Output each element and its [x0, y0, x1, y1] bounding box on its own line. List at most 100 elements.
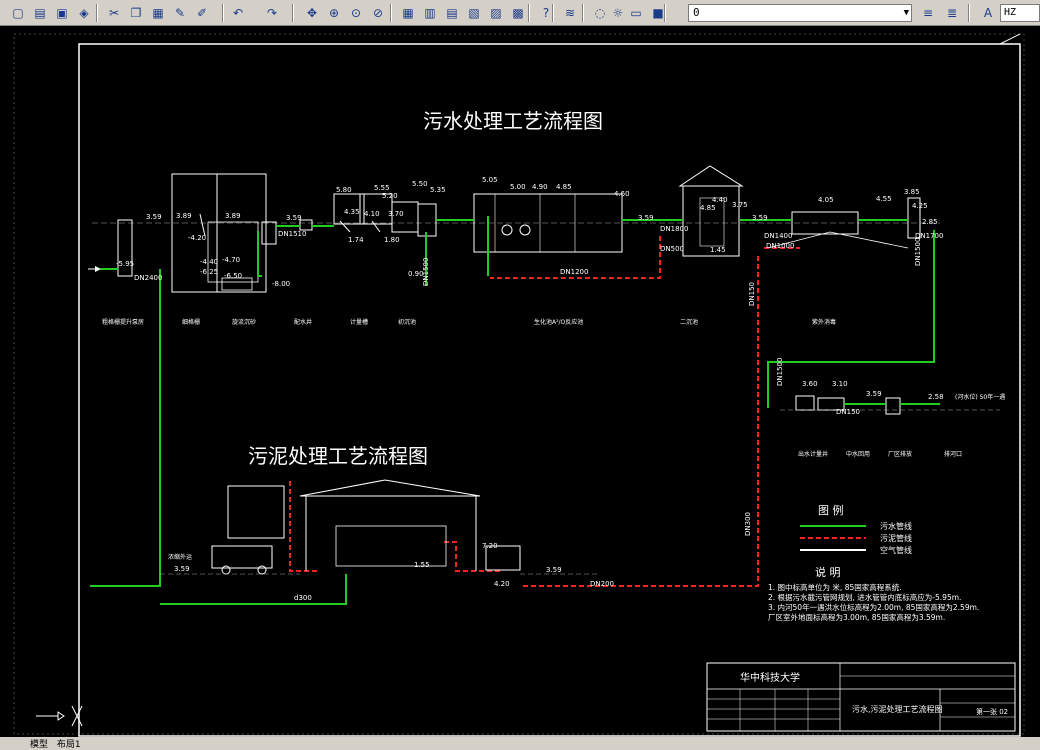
process-unit-label: 粗格栅提升泵房 [102, 318, 144, 326]
layer-manager-icon[interactable]: ≋ [560, 3, 580, 23]
process-unit-label: 中水回用 [846, 450, 870, 458]
river-note: (河水位) 50年一遇 [955, 393, 1005, 401]
elevation-label: 5.05 [482, 176, 498, 184]
elevation-label: 1.80 [384, 236, 400, 244]
new-icon[interactable]: ▢ [8, 3, 28, 23]
layer-state-icon[interactable]: ≣ [942, 3, 962, 23]
process-unit-label: 旋流沉砂 [232, 318, 256, 326]
elevation-label: 3.59 [546, 566, 562, 574]
tab-model[interactable]: 模型 [30, 740, 48, 750]
zoom-window-icon[interactable]: ⊙ [346, 3, 366, 23]
elevation-label: -6.50 [224, 272, 242, 280]
elevation-label: 2.58 [928, 393, 944, 401]
tab-layout1[interactable]: 布局1 [57, 740, 81, 750]
elevation-label: -4.70 [222, 256, 240, 264]
elevation-label: -6.25 [200, 268, 218, 276]
process-unit-label: 配水井 [294, 318, 312, 326]
notes-title: 说 明 [815, 565, 841, 579]
pipe-label: DN1200 [560, 268, 588, 276]
zoom-realtime-icon[interactable]: ⊕ [324, 3, 344, 23]
zoom-previous-icon[interactable]: ⊘ [368, 3, 388, 23]
pipe-label: DN500 [660, 245, 684, 253]
elevation-label: 3.59 [286, 214, 302, 222]
properties-icon[interactable]: ▦ [398, 3, 418, 23]
pipe-label: DN1500 [422, 258, 430, 286]
design-center-icon[interactable]: ▥ [420, 3, 440, 23]
paste-icon[interactable]: ▦ [148, 3, 168, 23]
toolbar-separator [968, 4, 970, 22]
plot-icon[interactable]: ◈ [74, 3, 94, 23]
legend-label: 污泥管线 [880, 533, 912, 543]
drawing-canvas[interactable]: 污水处理工艺流程图 污泥处理工艺流程图 图 例 污水管线 污泥管线 空气管线 说… [0, 26, 1040, 737]
chevron-down-icon[interactable]: ▼ [904, 5, 909, 21]
sludge-disposal-label: 浓缩外运 [168, 553, 192, 561]
process-unit-label: 厂区排放 [888, 450, 912, 458]
layer-value: 0 [693, 6, 700, 19]
paper-limit [13, 33, 1025, 735]
sewage-flow-title: 污水处理工艺流程图 [423, 109, 603, 133]
copy-icon[interactable]: ❐ [126, 3, 146, 23]
open-icon[interactable]: ▤ [30, 3, 50, 23]
text-style-dropdown[interactable]: HZ [1000, 4, 1040, 22]
toolbar-separator [292, 4, 294, 22]
tool-palette-icon[interactable]: ▤ [442, 3, 462, 23]
legend: 污水管线污泥管线空气管线 [800, 521, 912, 555]
markup-icon[interactable]: ▨ [486, 3, 506, 23]
elevation-label: 5.20 [382, 192, 398, 200]
toolbar-separator [222, 4, 224, 22]
brush-icon[interactable]: ✐ [192, 3, 212, 23]
sludge-flow-title: 污泥处理工艺流程图 [248, 444, 428, 468]
elevation-label: -4.40 [200, 258, 218, 266]
bulb-icon[interactable]: ◌ [590, 3, 610, 23]
elevation-label: 5.80 [336, 186, 352, 194]
toolbar-separator [552, 4, 554, 22]
elevation-label: 4.40 [712, 196, 728, 204]
elevation-label: 1.55 [414, 561, 430, 569]
sheet-set-icon[interactable]: ▧ [464, 3, 484, 23]
elevation-label: 3.59 [752, 214, 768, 222]
pipe-label: DN1700 [915, 232, 943, 240]
process-unit-label: 初沉池 [398, 318, 416, 326]
elevation-label: -4.20 [188, 234, 206, 242]
note-line: 厂区室外地面标高程为3.00m, 85国家高程为3.59m. [768, 612, 945, 622]
cut-icon[interactable]: ✂ [104, 3, 124, 23]
school-name: 华中科技大学 [740, 671, 800, 684]
toolbar-separator [390, 4, 392, 22]
pipe-label: DN1000 [766, 242, 794, 250]
sun-icon[interactable]: ☼ [608, 3, 628, 23]
save-icon[interactable]: ▣ [52, 3, 72, 23]
note-line: 3. 内河50年一遇洪水位标高程为2.00m, 85国家高程为2.59m. [768, 602, 979, 612]
toolbar-separator [528, 4, 530, 22]
note-line: 2. 根据污水截污管网规划, 进水管管内底标高应为-5.95m. [768, 592, 961, 602]
layer-prev-icon[interactable]: ≡ [918, 3, 938, 23]
elevation-label: 1.74 [348, 236, 364, 244]
layout-tabs: 模型 布局1 [30, 737, 81, 750]
elevation-label: 3.89 [176, 212, 192, 220]
elevation-label: 4.85 [556, 183, 572, 191]
elevation-label: 3.75 [732, 201, 748, 209]
elevation-label: 4.90 [532, 183, 548, 191]
elevation-label: 4.05 [818, 196, 834, 204]
process-unit-label: 出水计量井 [798, 450, 828, 458]
calculator-icon[interactable]: ▩ [508, 3, 528, 23]
toolbar-separator [664, 4, 666, 22]
redo-icon[interactable]: ↷ [262, 3, 282, 23]
process-unit-label: 紫外消毒 [812, 318, 836, 326]
standard-toolbar: ▢ ▤ ▣ ◈ ✂ ❐ ▦ ✎ ✐ ↶ ↷ ✥ ⊕ ⊙ ⊘ ▦ ▥ ▤ ▧ ▨ ▩? ≋ ◌ ☼ ▭ ■ ≡ ≣ A 0 ▼ HZ [0, 0, 1040, 26]
text-style-icon[interactable]: A [978, 3, 998, 23]
elevation-label: 3.59 [638, 214, 654, 222]
pan-icon[interactable]: ✥ [302, 3, 322, 23]
elevation-label: -5.95 [116, 260, 134, 268]
elevation-label: 3.85 [904, 188, 920, 196]
pipe-label: DN2400 [134, 274, 162, 282]
legend-label: 空气管线 [880, 545, 912, 555]
layer-dropdown[interactable]: 0 ▼ [688, 4, 912, 22]
elevation-label: 4.35 [344, 208, 360, 216]
sheet-number: 第一张 02 [976, 707, 1008, 716]
undo-icon[interactable]: ↶ [228, 3, 248, 23]
elevation-label: 1.45 [710, 246, 726, 254]
elevation-label: 4.10 [364, 210, 380, 218]
elevation-label: 4.85 [700, 204, 716, 212]
lock-icon[interactable]: ▭ [626, 3, 646, 23]
match-prop-icon[interactable]: ✎ [170, 3, 190, 23]
